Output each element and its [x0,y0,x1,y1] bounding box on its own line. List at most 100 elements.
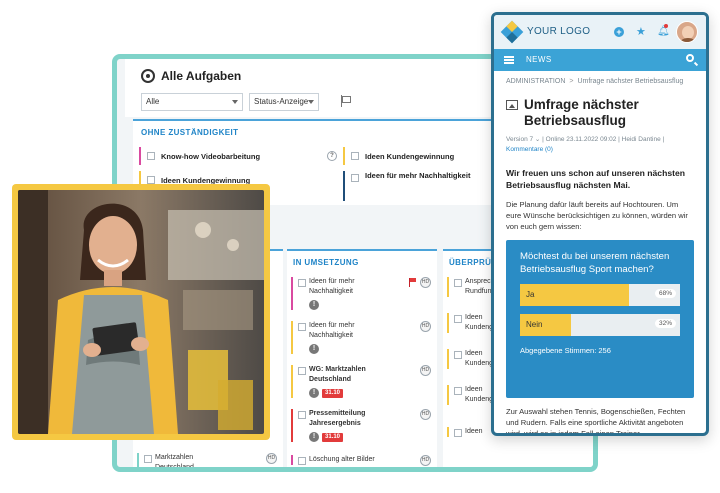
task-checkbox[interactable] [454,279,462,287]
status-select[interactable]: Status-Anzeige [249,93,319,111]
page-title: Alle Aufgaben [161,69,242,83]
task-title: Know-how Videobarbeitung [161,151,261,161]
breadcrumb-root[interactable]: ADMINISTRATION [506,78,565,85]
poll-total-votes: Abgegebene Stimmen: 256 [520,346,611,355]
task-title: Ideen für mehr Nachhaltigkeit [365,171,471,180]
warning-icon: ! [309,432,319,442]
nav-bar: NEWS [494,49,706,71]
article-body: Die Planung dafür läuft bereits auf Hoch… [506,200,688,231]
column-label: IN UMSETZUNG [293,258,359,267]
poll-option-percent: 68% [654,289,676,298]
hd-avatar[interactable]: HD [420,277,431,288]
article-meta: Version 7 ⌄ | Online 23.11.2022 09:02 | … [506,136,665,143]
task-title-line: Deutschland [155,464,194,471]
logo-icon [500,20,524,44]
image-icon [506,100,518,110]
task-checkbox[interactable] [147,152,155,160]
task-meta: ! 31.10 [309,388,431,398]
article-lead: Wir freuen uns schon auf unseren nächste… [506,168,685,190]
filter-select[interactable]: Alle [141,93,243,111]
task-checkbox[interactable] [298,411,306,419]
star-icon[interactable]: ★ [636,27,646,38]
bell-icon[interactable]: 🔔︎ [657,27,670,37]
task-title-line: Nachhaltigkeit [309,288,353,295]
poll-option-label: Nein [526,320,543,329]
filter-select-value: Alle [146,97,160,106]
task-title-line: Ideen für mehr [309,322,355,329]
task-meta: ! [309,344,431,354]
task-title-line: Jahresergebnis [309,420,361,427]
app-topbar: YOUR LOGO + ★ 🔔︎ [494,15,706,49]
poll-option-nein[interactable]: Nein 32% [520,314,680,336]
menu-icon[interactable] [504,56,514,64]
task-checkbox[interactable] [298,367,306,375]
article: Umfrage nächster Betriebsausflug Version… [494,97,706,436]
task-title-line: Nachhaltigkeit [309,332,353,339]
board-column-in-umsetzung: IN UMSETZUNG Ideen für mehr Nachhaltigke… [287,249,437,467]
warning-icon: ! [309,344,319,354]
poll-result-bar [520,284,629,306]
poll-option-label: Ja [526,290,535,299]
article-body-continued: Zur Auswahl stehen Tennis, Bogenschießen… [506,407,686,436]
task-checkbox[interactable] [147,176,155,184]
task-title-line: Marktzahlen [155,454,194,461]
chevron-down-icon [308,100,314,104]
chevron-down-icon [232,100,238,104]
task-title-line: Deutschland [309,376,352,383]
task-checkbox[interactable] [298,323,306,331]
task-checkbox[interactable] [454,429,462,437]
task-checkbox[interactable] [454,315,462,323]
search-icon[interactable] [686,54,694,62]
task-checkbox[interactable] [298,457,306,465]
task-card[interactable]: Marktzahlen Deutschland HD [137,453,277,471]
warning-icon: ! [309,388,319,398]
article-title: Umfrage nächster Betriebsausflug [524,97,639,128]
task-title-line: Löschung alter Bilder [309,456,375,463]
board-title-row: Alle Aufgaben [141,69,241,83]
poll-option-percent: 32% [654,319,676,328]
hd-avatar[interactable]: HD [420,455,431,466]
task-card[interactable]: WG: Marktzahlen Deutschland ! 31.10 HD [291,365,431,398]
hd-avatar[interactable]: HD [420,365,431,376]
avatar[interactable] [676,21,698,43]
task-checkbox[interactable] [454,387,462,395]
task-card[interactable]: Löschung alter Bilder HD [291,455,431,466]
task-meta: ! 31.10 [309,432,431,442]
task-card[interactable]: Know-how Videobarbeitung ? [139,147,337,165]
task-checkbox[interactable] [298,279,306,287]
target-icon [141,69,155,83]
breadcrumb: ADMINISTRATION > Umfrage nächster Betrie… [494,71,706,85]
hd-avatar[interactable]: HD [420,409,431,420]
comments-link[interactable]: Kommentare (0) [506,145,694,155]
task-card[interactable]: Ideen für mehr Nachhaltigkeit ! HD [291,277,431,310]
flag-filter-icon[interactable] [339,95,351,107]
due-date-badge: 31.10 [322,388,344,398]
status-select-value: Status-Anzeige [254,97,309,106]
task-meta: ! [309,300,431,310]
logo-text: YOUR LOGO [527,26,591,37]
notification-dot [664,24,668,28]
breadcrumb-current: Umfrage nächster Betriebsausflug [577,78,684,85]
red-flag-icon[interactable] [409,278,417,287]
task-checkbox[interactable] [144,455,152,463]
warning-icon: ! [309,300,319,310]
mobile-news-panel: YOUR LOGO + ★ 🔔︎ NEWS ADMINISTRATION > U… [491,12,709,436]
help-icon[interactable]: ? [327,151,337,161]
cafe-worker-photo [18,190,264,434]
task-title: Ideen Kundengewinnung [365,151,455,161]
article-title-row: Umfrage nächster Betriebsausflug [506,97,694,129]
hd-avatar[interactable]: HD [266,453,277,464]
task-checkbox[interactable] [454,351,462,359]
task-card[interactable]: Ideen für mehr Nachhaltigkeit ! HD [291,321,431,354]
task-title-line: Pressemitteilung [309,410,366,417]
section-label: OHNE ZUSTÄNDIGKEIT [141,128,239,137]
nav-section-label[interactable]: NEWS [526,55,552,64]
task-card[interactable]: Pressemitteilung Jahresergebnis ! 31.10 … [291,409,431,442]
task-checkbox[interactable] [351,152,359,160]
hd-avatar[interactable]: HD [420,321,431,332]
breadcrumb-separator: > [569,78,574,85]
task-title-line: WG: Marktzahlen [309,366,366,373]
poll-option-ja[interactable]: Ja 68% [520,284,680,306]
task-checkbox[interactable] [351,174,359,182]
add-icon[interactable]: + [614,27,624,37]
